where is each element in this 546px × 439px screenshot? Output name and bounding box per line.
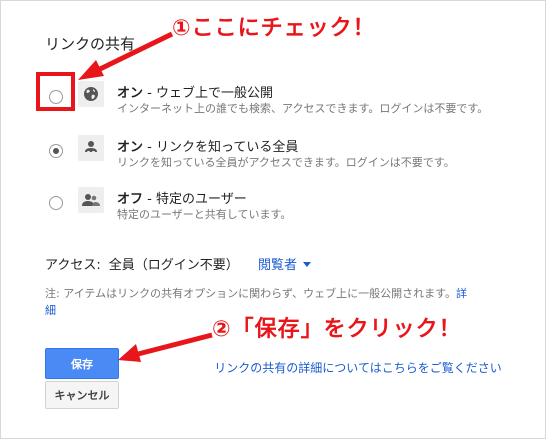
annotation-callout-2: ②「保存」をクリック！ [212, 317, 462, 342]
arrow-2 [137, 332, 213, 357]
arrow-2-head [118, 344, 141, 362]
annotation-arrows [78, 31, 213, 362]
annotation-callout-1: ①ここにチェック！ [172, 16, 376, 41]
arrow-1 [96, 31, 174, 73]
arrow-1-head [78, 60, 104, 80]
